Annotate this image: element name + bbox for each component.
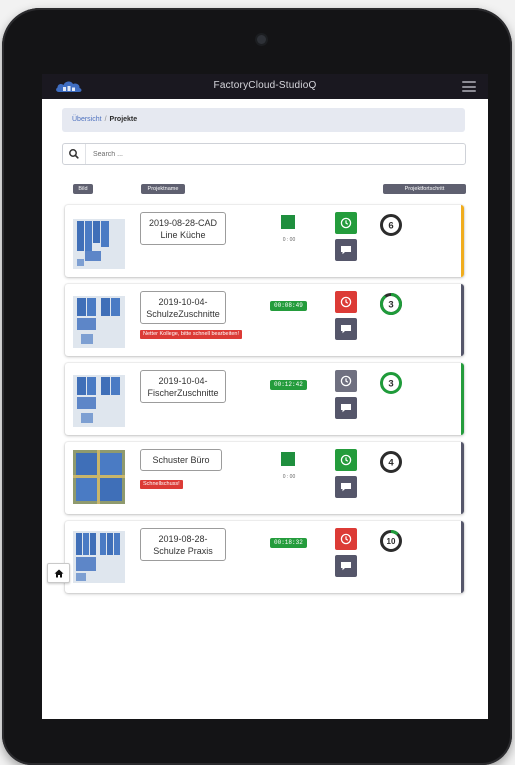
project-name[interactable]: Schuster Büro — [140, 449, 222, 471]
comment-button[interactable] — [335, 397, 357, 419]
chat-icon — [341, 562, 351, 571]
elapsed-timer: 00:08:49 — [270, 301, 307, 311]
project-card[interactable]: 2019-10-04-SchulzeZuschnitte Netter Koll… — [65, 284, 464, 356]
camera-lens — [257, 35, 266, 44]
elapsed-timer: 00:12:42 — [270, 380, 307, 390]
home-button[interactable] — [47, 563, 70, 583]
breadcrumb-overview-link[interactable]: Übersicht — [72, 116, 102, 123]
project-thumbnail — [73, 531, 125, 583]
project-name[interactable]: 2019-08-28-CAD Line Küche — [140, 212, 226, 245]
project-thumbnail — [73, 296, 125, 348]
status-time: 0 : 00 — [282, 474, 296, 480]
chat-icon — [341, 325, 351, 334]
status-accent-bar — [461, 205, 464, 277]
search-icon[interactable] — [63, 144, 86, 164]
column-header-image: Bild — [73, 184, 93, 194]
tablet-frame: FactoryCloud-StudioQ Übersicht / Projekte … — [2, 8, 512, 765]
progress-number: 6 — [388, 220, 393, 231]
clock-icon — [340, 296, 352, 308]
clock-icon — [340, 375, 352, 387]
project-name[interactable]: 2019-10-04-SchulzeZuschnitte — [140, 291, 226, 324]
hamburger-icon[interactable] — [462, 81, 476, 92]
app-screen: FactoryCloud-StudioQ Übersicht / Projekte … — [42, 74, 488, 719]
clock-icon — [340, 533, 352, 545]
comment-button[interactable] — [335, 318, 357, 340]
progress-circle: 4 — [380, 451, 402, 473]
home-icon — [54, 569, 63, 577]
project-name[interactable]: 2019-10-04-FischerZuschnitte — [140, 370, 226, 403]
project-thumbnail — [73, 450, 125, 504]
project-card[interactable]: 2019-08-28-CAD Line Küche 0 : 00 6 — [65, 205, 464, 277]
timer-button[interactable] — [335, 212, 357, 234]
breadcrumb: Übersicht / Projekte — [62, 108, 465, 132]
project-thumbnail — [73, 219, 125, 269]
project-card[interactable]: Schuster Büro Schnellschuss! 0 : 00 4 — [65, 442, 464, 514]
status-accent-bar — [461, 284, 464, 356]
status-accent-bar — [461, 521, 464, 593]
progress-circle: 6 — [380, 214, 402, 236]
app-title: FactoryCloud-StudioQ — [213, 80, 317, 91]
elapsed-timer: 00:18:32 — [270, 538, 307, 548]
progress-circle: 3 — [380, 293, 402, 315]
column-header-progress: Projektfortschritt — [383, 184, 466, 194]
comment-button[interactable] — [335, 476, 357, 498]
progress-number: 3 — [388, 378, 393, 389]
progress-number: 3 — [388, 299, 393, 310]
clock-icon — [340, 217, 352, 229]
project-note-badge: Schnellschuss! — [140, 480, 183, 489]
chat-icon — [341, 483, 351, 492]
project-note-badge: Netter Kollege, bitte schnell bearbeiten… — [140, 330, 243, 339]
chat-icon — [341, 404, 351, 413]
status-indicator — [281, 215, 295, 229]
project-thumbnail — [73, 375, 125, 427]
chat-icon — [341, 246, 351, 255]
project-name[interactable]: 2019-08-28-Schulze Praxis — [140, 528, 226, 561]
progress-number: 4 — [388, 457, 394, 468]
timer-button[interactable] — [335, 449, 357, 471]
breadcrumb-separator: / — [104, 116, 107, 123]
timer-button[interactable] — [335, 528, 357, 550]
timer-button[interactable] — [335, 370, 357, 392]
search-input[interactable] — [91, 146, 455, 163]
status-accent-bar — [461, 363, 464, 435]
status-accent-bar — [461, 442, 464, 514]
project-card[interactable]: 2019-10-04-FischerZuschnitte 00:12:42 3 — [65, 363, 464, 435]
progress-circle: 3 — [380, 372, 402, 394]
timer-button[interactable] — [335, 291, 357, 313]
top-navbar: FactoryCloud-StudioQ — [42, 74, 488, 99]
clock-icon — [340, 454, 352, 466]
column-header-project-name: Projektname — [141, 184, 185, 194]
status-indicator — [281, 452, 295, 466]
search-bar — [62, 143, 466, 165]
comment-button[interactable] — [335, 239, 357, 261]
progress-circle: 10 — [380, 530, 402, 552]
project-card[interactable]: 2019-08-28-Schulze Praxis 00:18:32 10 — [65, 521, 464, 593]
comment-button[interactable] — [335, 555, 357, 577]
breadcrumb-current: Projekte — [109, 116, 138, 123]
progress-number: 10 — [387, 537, 396, 546]
status-time: 0 : 00 — [282, 237, 296, 243]
